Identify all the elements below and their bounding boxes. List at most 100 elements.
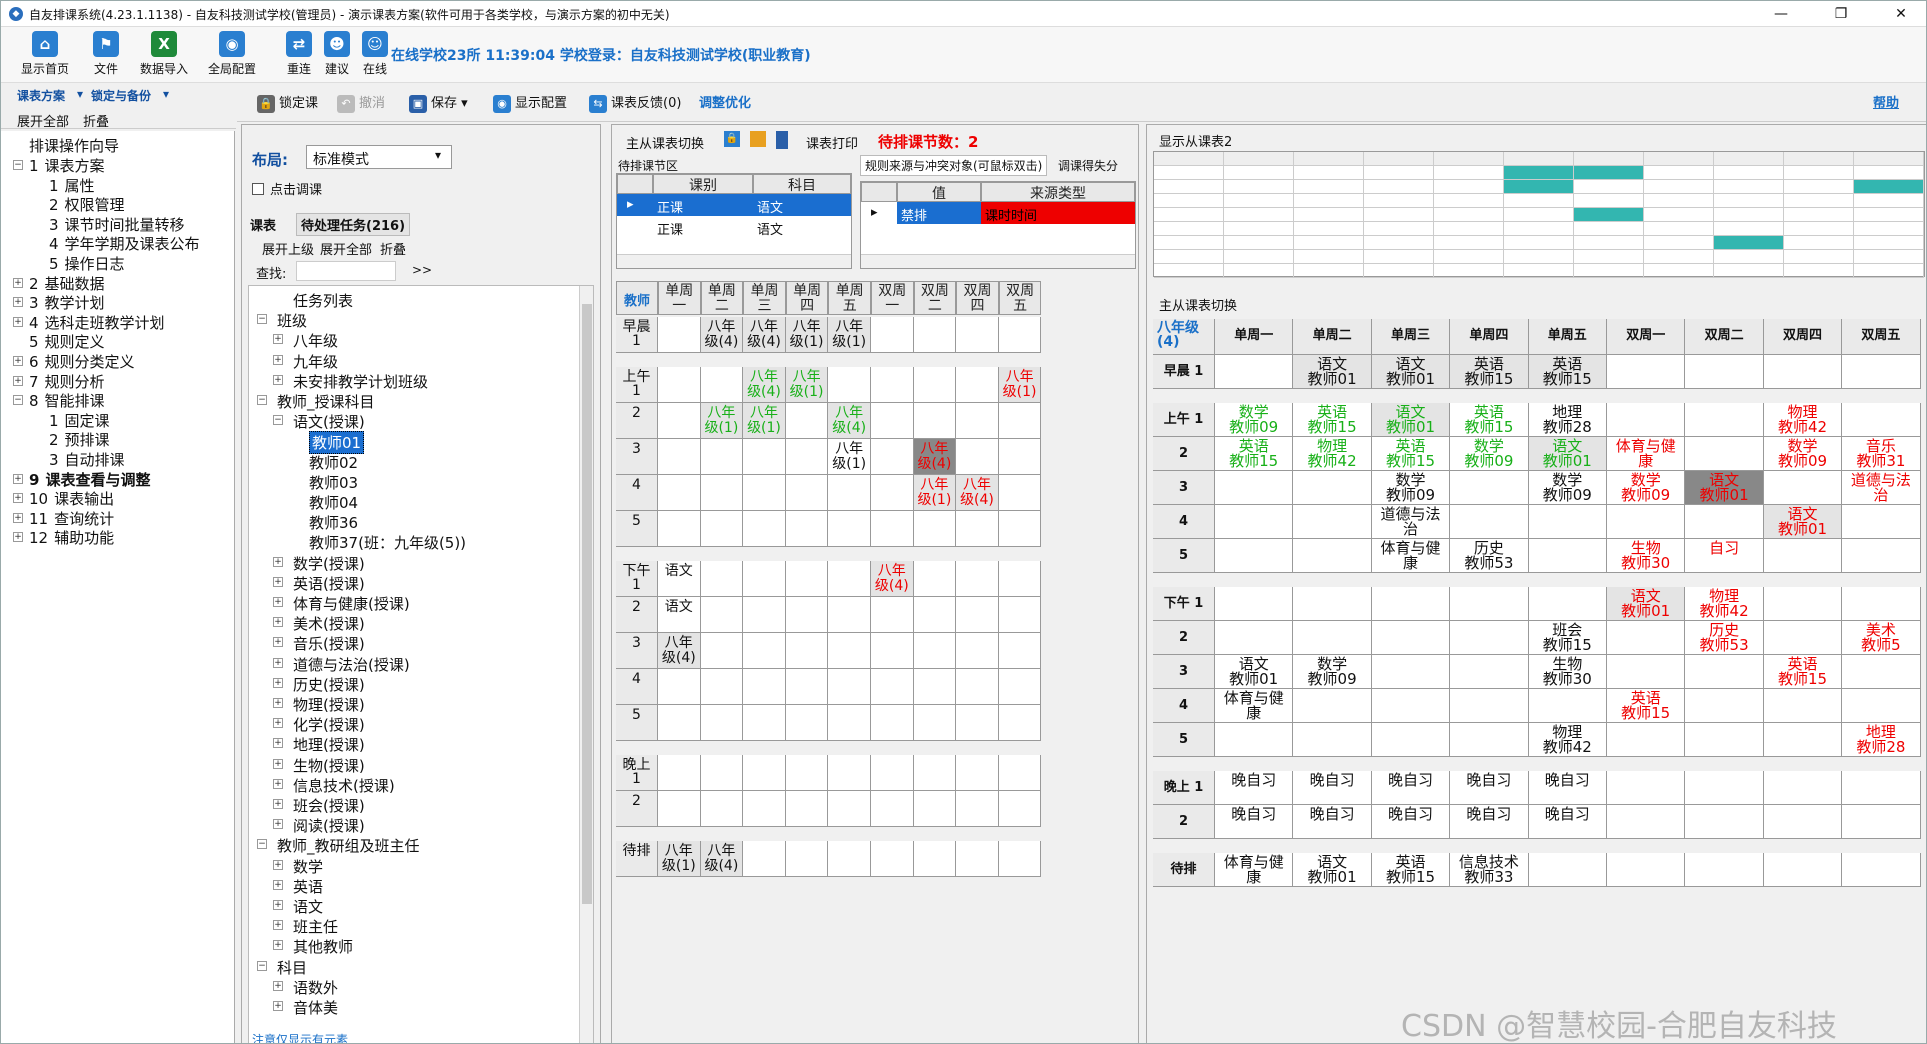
conflict-hscrollbar[interactable] xyxy=(861,254,1135,268)
timetable-cell[interactable] xyxy=(1607,853,1686,887)
timetable-cell[interactable] xyxy=(743,439,786,475)
timetable-cell[interactable] xyxy=(998,705,1042,741)
timetable-cell[interactable] xyxy=(658,755,701,791)
tree-toggle-icon[interactable]: − xyxy=(257,314,267,325)
data-import-button[interactable]: X 数据导入 xyxy=(133,31,195,81)
tab-conflict-source[interactable]: 规则来源与冲突对象(可鼠标双击) xyxy=(860,155,1048,176)
phone-icon[interactable] xyxy=(776,131,788,149)
timetable-cell[interactable] xyxy=(828,511,871,547)
timetable-cell[interactable] xyxy=(1685,771,1764,805)
timetable-cell[interactable]: 英语 教师15 xyxy=(1215,437,1294,471)
timetable-cell[interactable] xyxy=(1215,355,1294,389)
lock-lesson-button[interactable]: 🔒 锁定课 xyxy=(257,92,318,113)
timetable-cell[interactable] xyxy=(743,755,786,791)
timetable-cell[interactable] xyxy=(913,367,957,403)
timetable-cell[interactable]: 英语 教师15 xyxy=(1528,355,1607,389)
timetable-cell[interactable] xyxy=(871,633,914,669)
timetable-cell[interactable]: 八年 级(1) xyxy=(785,367,829,403)
timetable-cell[interactable] xyxy=(1685,655,1764,689)
timetable-cell[interactable] xyxy=(658,669,701,705)
timetable-cell[interactable]: 历史 教师53 xyxy=(1685,621,1764,655)
lock-icon[interactable]: 🔒 xyxy=(724,131,740,147)
timetable-cell[interactable] xyxy=(785,561,829,597)
timetable-cell[interactable] xyxy=(1763,689,1843,723)
timetable-cell[interactable] xyxy=(1528,587,1607,621)
timetable-cell[interactable]: 道德与法 治 xyxy=(1371,505,1451,539)
timetable-cell[interactable]: 八年 级(4) xyxy=(743,367,786,403)
timetable-cell[interactable]: 语文 教师01 xyxy=(1371,355,1451,389)
timetable-cell[interactable] xyxy=(871,841,914,877)
nav-item[interactable]: 3 自动排课 xyxy=(49,449,125,470)
timetable-cell[interactable]: 生物 教师30 xyxy=(1607,539,1686,573)
conflict-row[interactable]: ▸ 禁排 课时时间 xyxy=(861,202,1135,224)
reconnect-button[interactable]: ⇄ 重连 xyxy=(281,31,317,81)
timetable-cell[interactable]: 体育与健 康 xyxy=(1371,539,1451,573)
expand-toggle-icon[interactable]: + xyxy=(13,356,23,366)
tree-scrollbar[interactable] xyxy=(579,286,593,1043)
close-button[interactable]: ✕ xyxy=(1881,3,1921,25)
timetable-cell[interactable]: 八年 级(4) xyxy=(828,403,871,439)
timetable-cell[interactable]: 地理 教师28 xyxy=(1528,403,1607,437)
timetable-cell[interactable] xyxy=(1842,403,1921,437)
nav-expand-all-button[interactable]: 展开全部 xyxy=(17,111,69,130)
expand-toggle-icon[interactable]: + xyxy=(13,297,23,308)
tree-node[interactable]: 语数外 xyxy=(293,977,338,998)
timetable-cell[interactable] xyxy=(785,597,829,633)
timetable-cell[interactable] xyxy=(785,475,829,511)
online-button[interactable]: ☺ 在线 xyxy=(357,31,393,81)
nav-item[interactable]: 4 选科走班教学计划 xyxy=(29,312,165,333)
timetable-cell[interactable] xyxy=(1685,505,1764,539)
timetable-cell[interactable] xyxy=(785,755,829,791)
timetable-cell[interactable]: 体育与健 康 xyxy=(1215,689,1294,723)
nav-item[interactable]: 3 教学计划 xyxy=(29,292,105,313)
timetable-cell[interactable] xyxy=(998,669,1042,705)
tab-pending-tasks[interactable]: 待处理任务(216) xyxy=(296,213,411,236)
timetable-cell[interactable] xyxy=(658,439,701,475)
timetable-cell[interactable] xyxy=(871,597,914,633)
timetable-cell[interactable]: 八年 级(4) xyxy=(658,633,701,669)
timetable-cell[interactable] xyxy=(1450,587,1529,621)
tree-toggle-icon[interactable]: − xyxy=(257,395,267,405)
timetable-cell[interactable] xyxy=(1528,539,1607,573)
tree-node[interactable]: 教师04 xyxy=(309,492,358,513)
timetable-cell[interactable] xyxy=(956,669,999,705)
tree-toggle-icon[interactable]: + xyxy=(273,657,283,668)
timetable-cell[interactable] xyxy=(700,633,744,669)
tree-node[interactable]: 教师_授课科目 xyxy=(277,391,375,412)
tree-toggle-icon[interactable]: + xyxy=(273,556,283,567)
timetable-cell[interactable]: 语文 教师01 xyxy=(1293,355,1372,389)
timetable-cell[interactable] xyxy=(658,475,701,511)
tree-toggle-icon[interactable]: − xyxy=(257,960,267,971)
timetable-cell[interactable] xyxy=(871,367,914,403)
timetable-cell[interactable]: 八年 级(4) xyxy=(871,561,914,597)
tree-node[interactable]: 英语 xyxy=(293,876,323,897)
tree-node[interactable]: 信息技术(授课) xyxy=(293,775,395,796)
timetable-cell[interactable]: 八年 级(1) xyxy=(658,841,701,877)
tree-node[interactable]: 体育与健康(授课) xyxy=(293,593,410,614)
timetable-cell[interactable] xyxy=(871,475,914,511)
timetable-cell[interactable] xyxy=(743,841,786,877)
timetable-cell[interactable] xyxy=(871,403,914,439)
timetable-cell[interactable] xyxy=(828,791,871,827)
timetable-cell[interactable] xyxy=(700,367,744,403)
timetable-cell[interactable] xyxy=(1607,403,1686,437)
timetable-cell[interactable]: 八年 级(1) xyxy=(913,475,957,511)
timetable-cell[interactable]: 体育与健 康 xyxy=(1607,437,1686,471)
tree-toggle-icon[interactable]: + xyxy=(273,859,283,870)
tree-node[interactable]: 九年级 xyxy=(293,351,338,372)
timetable-cell[interactable] xyxy=(1607,621,1686,655)
timetable-cell[interactable]: 美术 教师5 xyxy=(1842,621,1921,655)
tree-toggle-icon[interactable]: + xyxy=(273,698,283,708)
timetable-cell[interactable] xyxy=(913,561,957,597)
timetable-cell[interactable]: 晚自习 xyxy=(1215,771,1294,805)
timetable-cell[interactable]: 晚自习 xyxy=(1215,805,1294,839)
tree-node[interactable]: 阅读(授课) xyxy=(293,815,365,836)
timetable-cell[interactable] xyxy=(956,367,999,403)
tree-node[interactable]: 教师_教研组及班主任 xyxy=(277,835,420,856)
nav-item[interactable]: 4 学年学期及课表公布 xyxy=(49,233,200,254)
tree-toggle-icon[interactable]: − xyxy=(257,839,267,850)
tab-schedule[interactable]: 课表 xyxy=(250,215,276,234)
nav-item[interactable]: 12 辅助功能 xyxy=(29,527,114,548)
click-adjust-checkbox[interactable] xyxy=(252,183,264,195)
timetable-cell[interactable]: 英语 教师15 xyxy=(1371,437,1451,471)
